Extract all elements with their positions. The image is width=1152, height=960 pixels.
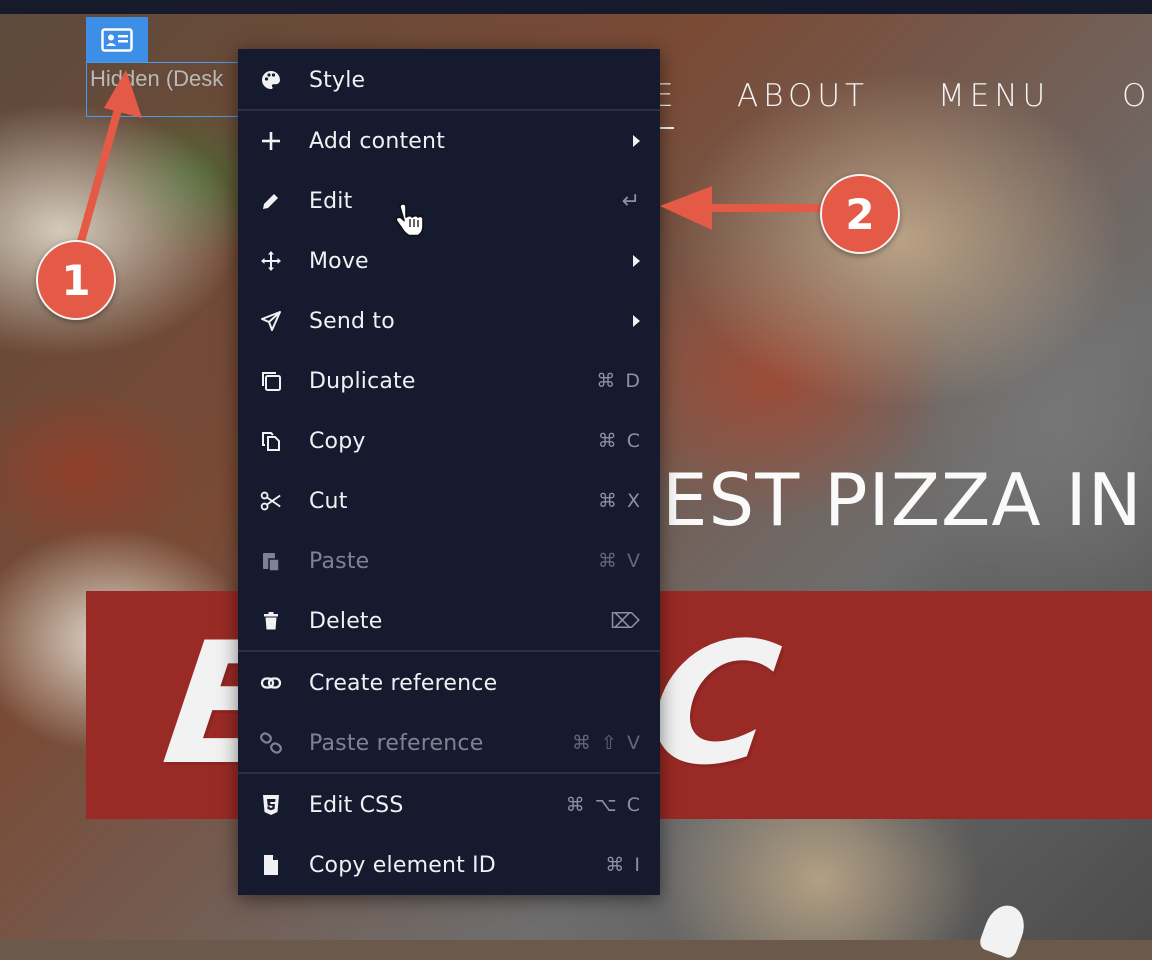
annotation-callout-1: 1: [36, 240, 116, 320]
annotation-overlay: [76, 70, 834, 249]
hand-cursor-icon: [395, 203, 424, 237]
annotation-callout-2: 2: [820, 174, 900, 254]
arrow-annotation-1: [76, 70, 142, 249]
arrow-annotation-2: [660, 186, 834, 230]
